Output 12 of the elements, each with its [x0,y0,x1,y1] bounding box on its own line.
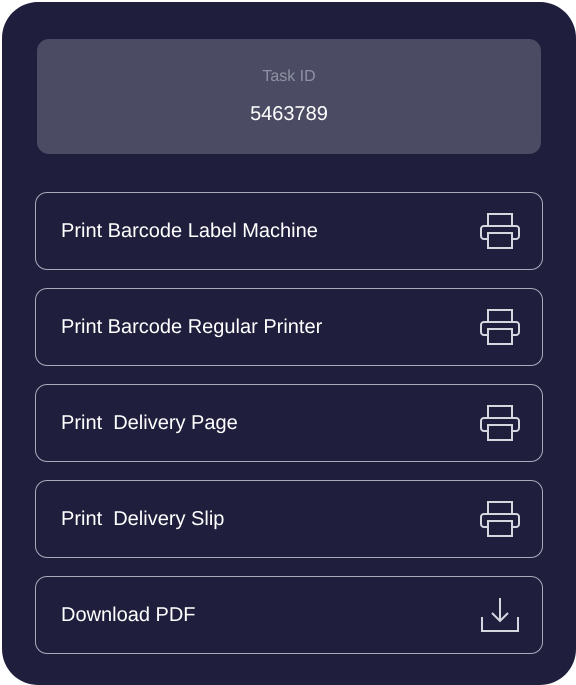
print-button[interactable]: Print Barcode Label Machine [35,192,543,270]
download-icon [480,597,520,633]
printer-icon [480,213,520,249]
printer-icon [480,405,520,441]
print-button[interactable]: Print Delivery Slip [35,480,543,558]
print-button[interactable]: Print Barcode Regular Printer [35,288,543,366]
download-button[interactable]: Download PDF [35,576,543,654]
print-button[interactable]: Print Delivery Page [35,384,543,462]
printer-icon [480,501,520,537]
printer-icon [480,309,520,345]
task-id-value: 5463789 [250,102,328,126]
task-id-label: Task ID [262,66,316,86]
